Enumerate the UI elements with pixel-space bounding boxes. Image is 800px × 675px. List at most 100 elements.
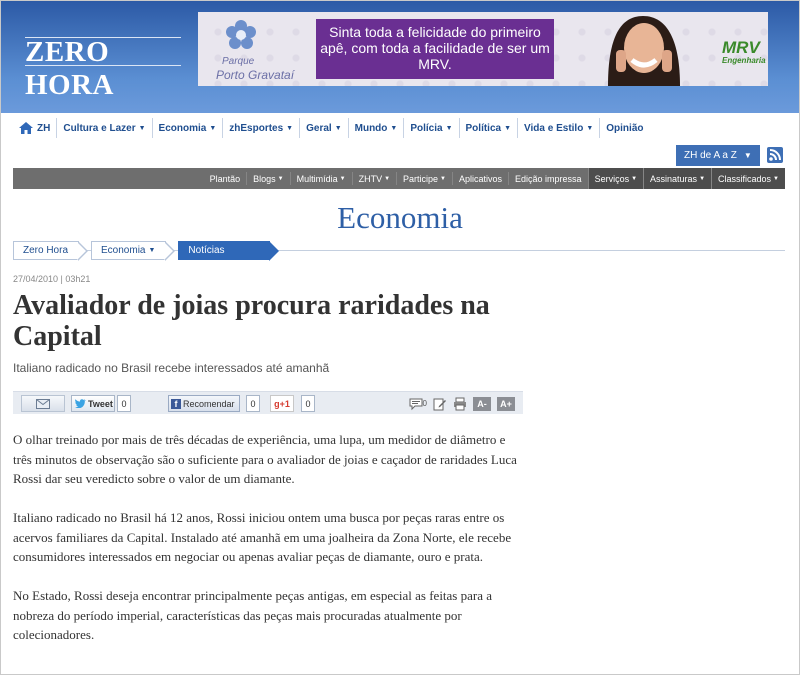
main-nav: ZH Cultura e Lazer ▼ Economia ▼ zhEsport… [13,116,784,140]
nav-item-mundo[interactable]: Mundo ▼ [349,118,405,138]
flower-logo-icon [226,20,256,49]
nav-item-label: ZH [37,122,51,134]
caret-down-icon: ▼ [631,175,638,182]
caret-down-icon: ▼ [334,124,342,132]
article-paragraph: Italiano radicado no Brasil há 12 anos, … [13,510,512,564]
twitter-bird-icon [75,399,86,408]
nav-item-label: zhEsportes [229,122,284,134]
nav-item-label: Vida e Estilo [524,122,584,134]
facebook-count: 0 [246,395,260,412]
breadcrumb-item-zero-hora[interactable]: Zero Hora [13,241,89,261]
subnav-item-edicao-impressa[interactable]: Edição impressa [508,172,588,185]
subnav-item-label: Participe [403,173,439,184]
subnav-item-label: ZHTV [358,173,383,184]
home-icon [19,122,33,134]
site-logo-text[interactable]: ZERO HORA [25,36,183,102]
font-increase-button[interactable]: A+ [497,396,515,411]
caret-down-icon: ▼ [699,175,706,182]
print-icon[interactable] [453,397,467,411]
subnav-item-label: Assinaturas [650,173,698,184]
site-logo[interactable]: ZERO HORA [23,35,183,101]
caret-down-icon: ▼ [339,175,346,182]
zh-a-z-label: ZH de A a Z [684,150,737,161]
caret-down-icon: ▼ [384,175,391,182]
tweet-count: 0 [117,395,131,412]
subnav-item-label: Blogs [253,173,276,184]
subnav-item-aplicativos[interactable]: Aplicativos [452,172,508,185]
nav-item-geral[interactable]: Geral ▼ [300,118,349,138]
zh-a-z-dropdown[interactable]: ZH de A a Z ▼ [676,145,760,166]
subnav-item-blogs[interactable]: Blogs ▼ [246,172,289,185]
section-title: Economia [337,200,463,235]
nav-item-label: Mundo [354,122,388,134]
site-header: ZERO HORA Parque Porto Gravataí Sinta to… [1,1,799,113]
comment-icon [409,398,423,410]
nav-item-zhesportes[interactable]: zhEsportes ▼ [223,118,301,138]
subnav-item-zhtv[interactable]: ZHTV ▼ [351,172,396,185]
ad-banner[interactable]: Parque Porto Gravataí Sinta toda a felic… [198,12,768,86]
caret-down-icon: ▼ [445,124,453,132]
subnav-item-label: Edição impressa [515,173,582,184]
caret-down-icon: ▼ [586,124,594,132]
ad-message: Sinta toda a felicidade do primeiro apê,… [316,19,554,79]
caret-down-icon: ▼ [138,124,146,132]
article-date: 27/04/2010 | 03h21 [13,274,91,284]
breadcrumb-label: Economia [101,245,146,256]
nav-item-label: Opinião [606,122,644,134]
nav-item-label: Geral [306,122,332,134]
caret-down-icon: ▼ [440,175,446,182]
envelope-icon [36,398,50,409]
article-tools: 0 A- A+ [409,395,515,412]
facebook-recommend-button[interactable]: f Recomendar [168,395,240,412]
subnav-item-classificados[interactable]: Classificados ▼ [711,168,785,189]
email-share-button[interactable] [21,395,65,412]
subnav-item-assinaturas[interactable]: Assinaturas ▼ [643,168,712,189]
subnav-item-label: Plantão [209,173,241,184]
secondary-nav: Plantão Blogs ▼ Multimídia ▼ ZHTV ▼ Partici… [13,168,785,189]
tweet-button[interactable]: Tweet [71,395,115,412]
nav-item-economia[interactable]: Economia ▼ [153,118,224,138]
caret-down-icon: ▼ [390,124,398,132]
comments-link[interactable]: 0 [409,397,427,411]
article-body: O olhar treinado por mais de três década… [13,430,523,664]
nav-item-vida-e-estilo[interactable]: Vida e Estilo ▼ [518,118,601,138]
nav-item-cultura-e-lazer[interactable]: Cultura e Lazer ▼ [57,118,153,138]
breadcrumb-item-noticias[interactable]: Notícias [178,241,279,261]
nav-item-zh[interactable]: ZH [13,118,58,138]
tweet-label: Tweet [88,398,113,409]
nav-item-politica[interactable]: Política ▼ [460,118,519,138]
subnav-item-servicos[interactable]: Serviços ▼ [587,168,644,189]
ad-brand-small: Parque [222,56,255,67]
font-decrease-button[interactable]: A- [473,396,491,411]
breadcrumb-label: Notícias [188,245,225,256]
nav-item-policia[interactable]: Polícia ▼ [404,118,460,138]
nav-item-opiniao[interactable]: Opinião [600,118,649,138]
ad-advertiser: MRV [722,38,760,57]
nav-item-label: Cultura e Lazer [63,122,136,134]
breadcrumb-item-economia[interactable]: Economia ▼ [91,241,176,261]
ad-woman-photo [608,16,680,86]
ad-brand-name: Porto Gravataí [216,68,295,82]
ad-advertiser-sub: Engenharia [722,56,766,65]
subnav-item-multimidia[interactable]: Multimídia ▼ [289,172,352,185]
caret-down-icon: ▼ [277,175,284,182]
subnav-item-label: Aplicativos [459,173,503,184]
breadcrumb-label: Zero Hora [23,245,69,256]
gplus-button[interactable]: g+1 [270,395,294,412]
article-paragraph: No Estado, Rossi deseja encontrar princi… [13,588,493,642]
caret-down-icon: ▼ [148,247,156,254]
breadcrumb: Zero Hora Economia ▼ Notícias [13,241,279,261]
nav-item-label: Polícia [410,122,443,134]
subnav-item-plantao[interactable]: Plantão [204,172,247,185]
caret-down-icon: ▼ [209,124,217,132]
subnav-item-label: Classificados [718,173,772,184]
subnav-item-label: Serviços [594,173,630,184]
subnav-item-participe[interactable]: Participe ▼ [396,172,452,185]
article-title: Avaliador de joias procura raridades na … [13,290,490,352]
article-paragraph: O olhar treinado por mais de três década… [13,432,517,486]
caret-down-icon: ▼ [773,175,779,182]
comments-count: 0 [422,399,427,408]
nav-item-label: Economia [158,122,207,134]
edit-icon[interactable] [433,397,447,411]
rss-icon[interactable] [767,147,783,163]
